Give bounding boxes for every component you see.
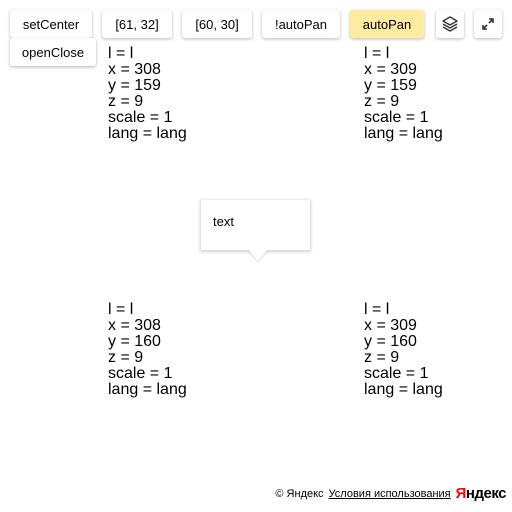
tile-layer: l = l xyxy=(364,301,390,318)
open-close-button[interactable]: openClose xyxy=(10,38,96,66)
tile-info: l = l x = 308 y = 159 z = 9 scale = 1 la… xyxy=(108,46,187,142)
tile-scale: scale = 1 xyxy=(364,365,429,382)
copyright-text: © Яндекс xyxy=(275,487,324,500)
tile-scale: scale = 1 xyxy=(108,109,173,126)
tile-layer: l = l xyxy=(108,45,134,62)
tile-layer: l = l xyxy=(364,45,390,62)
tile-lang: lang = lang xyxy=(364,381,443,398)
balloon-tail xyxy=(248,249,268,261)
expand-icon xyxy=(481,17,495,31)
tile-info: l = l x = 308 y = 160 z = 9 scale = 1 la… xyxy=(108,302,187,398)
tile-info: l = l x = 309 y = 159 z = 9 scale = 1 la… xyxy=(364,46,443,142)
set-center-button[interactable]: setCenter xyxy=(10,10,92,38)
copyrights: © Яндекс Условия использования Яндекс xyxy=(275,485,506,502)
tile-zoom: z = 9 xyxy=(364,349,400,366)
balloon-content: text xyxy=(213,214,234,229)
tile-scale: scale = 1 xyxy=(108,365,173,382)
tile-y: y = 159 xyxy=(364,77,417,94)
terms-link[interactable]: Условия использования xyxy=(329,488,451,500)
yandex-logo[interactable]: Яндекс xyxy=(455,485,507,502)
tile-zoom: z = 9 xyxy=(108,93,144,110)
tile-lang: lang = lang xyxy=(364,125,443,142)
map-container[interactable]: l = l x = 308 y = 159 z = 9 scale = 1 la… xyxy=(0,0,512,512)
tile-info: l = l x = 309 y = 160 z = 9 scale = 1 la… xyxy=(364,302,443,398)
coords-61-32-button[interactable]: [61, 32] xyxy=(102,10,172,38)
tile-x: x = 308 xyxy=(108,61,161,78)
tile-x: x = 308 xyxy=(108,317,161,334)
logo-first-letter: Я xyxy=(455,485,467,502)
fullscreen-button[interactable] xyxy=(474,10,502,38)
coords-60-30-button[interactable]: [60, 30] xyxy=(182,10,252,38)
tile-y: y = 160 xyxy=(364,333,417,350)
tile-zoom: z = 9 xyxy=(108,349,144,366)
tile-lang: lang = lang xyxy=(108,125,187,142)
tile-x: x = 309 xyxy=(364,61,417,78)
tile-y: y = 160 xyxy=(108,333,161,350)
tile-zoom: z = 9 xyxy=(364,93,400,110)
tile-y: y = 159 xyxy=(108,77,161,94)
balloon[interactable]: text xyxy=(201,200,310,250)
tile-x: x = 309 xyxy=(364,317,417,334)
layers-button[interactable] xyxy=(436,10,464,38)
layers-icon xyxy=(441,15,459,33)
tile-scale: scale = 1 xyxy=(364,109,429,126)
logo-rest-letters: ндекс xyxy=(465,485,507,502)
tile-layer: l = l xyxy=(108,301,134,318)
tile-lang: lang = lang xyxy=(108,381,187,398)
not-autopan-button[interactable]: !autoPan xyxy=(262,10,340,38)
autopan-button[interactable]: autoPan xyxy=(350,10,424,38)
